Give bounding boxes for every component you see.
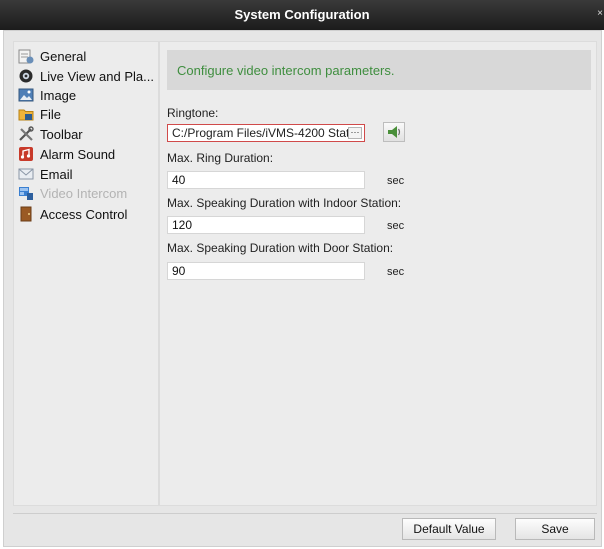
sidebar-item-email[interactable]: Email — [18, 164, 158, 184]
file-icon — [18, 106, 34, 122]
dialog-frame: General Live View and Pla... Image File … — [3, 30, 602, 547]
ringtone-path: C:/Program Files/iVMS-4200 Stati... — [172, 126, 348, 140]
settings-panel: Configure video intercom parameters. Rin… — [159, 41, 597, 506]
sidebar-item-video-intercom[interactable]: Video Intercom — [18, 183, 158, 203]
sidebar-item-label: Email — [40, 166, 73, 182]
general-icon — [18, 48, 34, 64]
max-ring-duration-unit: sec — [387, 175, 405, 187]
max-indoor-duration-input[interactable] — [167, 216, 365, 234]
max-indoor-duration-label: Max. Speaking Duration with Indoor Stati… — [167, 196, 402, 210]
max-door-duration-unit: sec — [387, 266, 405, 278]
ringtone-field[interactable]: C:/Program Files/iVMS-4200 Stati... ··· — [167, 124, 365, 142]
play-ringtone-button[interactable] — [383, 122, 405, 142]
access-control-icon — [18, 206, 34, 222]
save-button[interactable]: Save — [515, 518, 595, 540]
description-text: Configure video intercom parameters. — [177, 63, 395, 78]
title-bar: System Configuration × — [0, 0, 604, 30]
sidebar-item-label: Image — [40, 87, 77, 103]
sidebar-item-label: General — [40, 48, 87, 64]
sidebar-item-general[interactable]: General — [18, 46, 158, 66]
ringtone-label: Ringtone: — [167, 106, 219, 120]
sidebar-item-file[interactable]: File — [18, 104, 158, 124]
sidebar-item-label: File — [40, 106, 61, 122]
sidebar-item-access-control[interactable]: Access Control — [18, 204, 158, 224]
close-icon[interactable]: × — [597, 8, 603, 19]
max-ring-duration-input[interactable] — [167, 171, 365, 189]
sidebar: General Live View and Pla... Image File … — [13, 41, 159, 506]
description-banner: Configure video intercom parameters. — [167, 50, 591, 90]
sidebar-item-live-view[interactable]: Live View and Pla... — [18, 66, 158, 86]
browse-button[interactable]: ··· — [348, 127, 362, 139]
max-door-duration-input[interactable] — [167, 262, 365, 280]
sidebar-item-label: Alarm Sound — [40, 146, 116, 162]
sidebar-item-alarm-sound[interactable]: Alarm Sound — [18, 144, 158, 164]
live-view-icon — [18, 68, 34, 84]
speaker-icon — [387, 125, 402, 142]
max-door-duration-label: Max. Speaking Duration with Door Station… — [167, 241, 394, 255]
toolbar-icon — [18, 126, 34, 142]
email-icon — [18, 166, 34, 182]
sidebar-item-label: Access Control — [40, 206, 128, 222]
max-indoor-duration-unit: sec — [387, 220, 405, 232]
image-icon — [18, 87, 34, 103]
alarm-sound-icon — [18, 146, 34, 162]
max-ring-duration-label: Max. Ring Duration: — [167, 151, 274, 165]
sidebar-item-image[interactable]: Image — [18, 85, 158, 105]
footer-divider — [13, 513, 597, 514]
sidebar-item-label: Live View and Pla... — [40, 68, 154, 84]
video-intercom-icon — [18, 185, 34, 201]
window-title: System Configuration — [234, 7, 370, 22]
default-value-button[interactable]: Default Value — [402, 518, 496, 540]
sidebar-item-label: Video Intercom — [40, 185, 128, 201]
sidebar-item-toolbar[interactable]: Toolbar — [18, 124, 158, 144]
sidebar-item-label: Toolbar — [40, 126, 83, 142]
